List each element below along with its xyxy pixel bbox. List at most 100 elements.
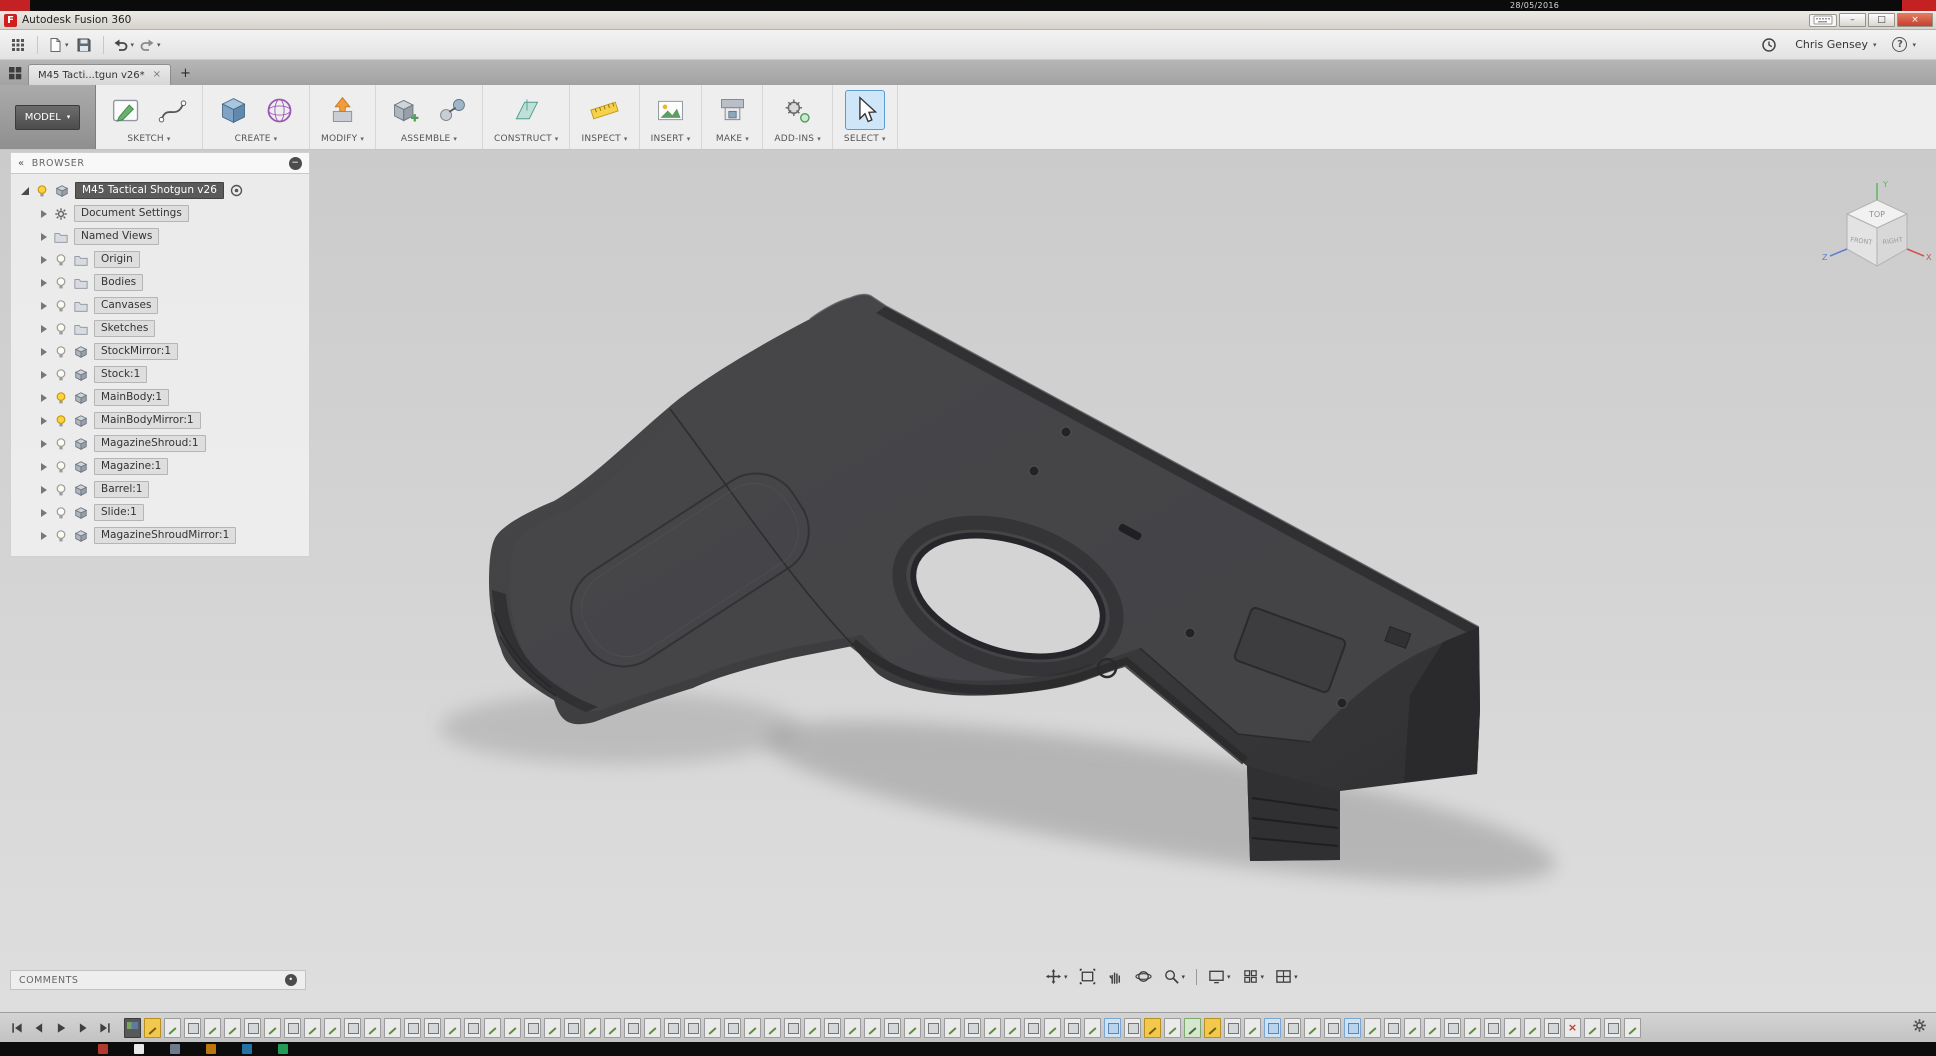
browser-item-slide-1[interactable]: Slide:1 — [11, 501, 309, 524]
ribbon-dropdown-construct[interactable]: CONSTRUCT▾ — [494, 131, 558, 147]
ribbon-dropdown-add-ins[interactable]: ADD-INS▾ — [774, 131, 820, 147]
visibility-bulb-icon[interactable] — [53, 505, 68, 520]
timeline-feature-e[interactable] — [684, 1018, 701, 1038]
item-label[interactable]: Magazine:1 — [94, 458, 168, 475]
taskbar-item[interactable] — [98, 1044, 108, 1054]
timeline-feature-e[interactable] — [824, 1018, 841, 1038]
activate-component-icon[interactable] — [229, 183, 244, 198]
keyboard-icon[interactable] — [1809, 14, 1837, 27]
browser-item-stockmirror-1[interactable]: StockMirror:1 — [11, 340, 309, 363]
timeline-feature-b[interactable] — [1104, 1018, 1121, 1038]
timeline-feature-s[interactable] — [944, 1018, 961, 1038]
expand-arrow-icon[interactable] — [41, 394, 47, 402]
timeline-feature-s[interactable] — [1464, 1018, 1481, 1038]
timeline-feature-s[interactable] — [164, 1018, 181, 1038]
pan-icon[interactable]: ▾ — [1045, 968, 1068, 985]
addins-icon[interactable] — [779, 91, 817, 129]
timeline-feature-s[interactable] — [1404, 1018, 1421, 1038]
close-button[interactable]: × — [1897, 13, 1933, 27]
timeline-feature-e[interactable] — [664, 1018, 681, 1038]
timeline-feature-s[interactable] — [1044, 1018, 1061, 1038]
comments-expand-icon[interactable]: • — [285, 974, 297, 986]
expand-arrow-icon[interactable] — [21, 187, 29, 195]
timeline-feature-s[interactable] — [264, 1018, 281, 1038]
visibility-bulb-icon[interactable] — [53, 367, 68, 382]
timeline-feature-e[interactable] — [1124, 1018, 1141, 1038]
ribbon-dropdown-make[interactable]: MAKE▾ — [716, 131, 749, 147]
timeline-feature-e[interactable] — [1604, 1018, 1621, 1038]
item-label[interactable]: StockMirror:1 — [94, 343, 178, 360]
form-icon[interactable] — [260, 91, 298, 129]
item-label[interactable]: Bodies — [94, 274, 143, 291]
timeline-settings-gear-icon[interactable] — [1906, 1018, 1936, 1037]
visibility-bulb-icon[interactable] — [53, 528, 68, 543]
timeline-feature-s[interactable] — [364, 1018, 381, 1038]
timeline-feature-s[interactable] — [904, 1018, 921, 1038]
timeline-feature-s[interactable] — [304, 1018, 321, 1038]
timeline-feature-s[interactable] — [764, 1018, 781, 1038]
visibility-bulb-icon[interactable] — [53, 459, 68, 474]
timeline-feature-img[interactable] — [124, 1018, 141, 1038]
taskbar-item[interactable] — [134, 1044, 144, 1054]
timeline-feature-s[interactable] — [584, 1018, 601, 1038]
viewports-icon[interactable]: ▾ — [1275, 968, 1298, 985]
item-label[interactable]: MagazineShroud:1 — [94, 435, 206, 452]
measure-icon[interactable] — [586, 91, 624, 129]
sketch-icon[interactable] — [107, 91, 145, 129]
ribbon-dropdown-select[interactable]: SELECT▾ — [844, 131, 886, 147]
expand-arrow-icon[interactable] — [41, 509, 47, 517]
timeline-feature-s[interactable] — [984, 1018, 1001, 1038]
display-icon[interactable]: ▾ — [1208, 968, 1231, 985]
plane-icon[interactable] — [507, 91, 545, 129]
save-icon[interactable] — [74, 34, 94, 56]
browser-collapse-icon[interactable]: « — [18, 158, 25, 169]
timeline-feature-s[interactable] — [1164, 1018, 1181, 1038]
timeline-feature-s[interactable] — [1364, 1018, 1381, 1038]
timeline-feature-s[interactable] — [604, 1018, 621, 1038]
timeline-feature-s[interactable] — [1304, 1018, 1321, 1038]
visibility-bulb-icon[interactable] — [53, 275, 68, 290]
hand-icon[interactable] — [1107, 968, 1124, 985]
timeline-feature-y[interactable] — [144, 1018, 161, 1038]
file-menu-icon[interactable]: ▾ — [47, 34, 69, 56]
root-item-label[interactable]: M45 Tactical Shotgun v26 — [75, 182, 224, 199]
ribbon-dropdown-sketch[interactable]: SKETCH▾ — [127, 131, 170, 147]
browser-item-magazineshroudmirror-1[interactable]: MagazineShroudMirror:1 — [11, 524, 309, 547]
fit-icon[interactable] — [1079, 968, 1096, 985]
joint-icon[interactable] — [433, 91, 471, 129]
browser-item-sketches[interactable]: Sketches — [11, 317, 309, 340]
insert-icon[interactable] — [652, 91, 690, 129]
presspull-icon[interactable] — [324, 91, 362, 129]
make-icon[interactable] — [713, 91, 751, 129]
timeline-feature-s[interactable] — [1524, 1018, 1541, 1038]
timeline-feature-e[interactable] — [884, 1018, 901, 1038]
timeline-feature-e[interactable] — [784, 1018, 801, 1038]
browser-item-mainbody-1[interactable]: MainBody:1 — [11, 386, 309, 409]
taskbar-item[interactable] — [278, 1044, 288, 1054]
ribbon-dropdown-insert[interactable]: INSERT▾ — [651, 131, 691, 147]
item-label[interactable]: Stock:1 — [94, 366, 147, 383]
timeline-feature-s[interactable] — [1424, 1018, 1441, 1038]
data-panel-grid-icon[interactable] — [8, 34, 28, 56]
expand-arrow-icon[interactable] — [41, 325, 47, 333]
timeline-feature-s[interactable] — [484, 1018, 501, 1038]
visibility-bulb-icon[interactable] — [53, 321, 68, 336]
browser-minimize-icon[interactable]: − — [289, 157, 302, 170]
new-tab-button[interactable]: + — [180, 67, 191, 80]
timeline-feature-s[interactable] — [1504, 1018, 1521, 1038]
browser-item-document-settings[interactable]: Document Settings — [11, 202, 309, 225]
ribbon-dropdown-modify[interactable]: MODIFY▾ — [321, 131, 364, 147]
step-forward-icon[interactable] — [76, 1021, 90, 1035]
taskbar-item[interactable] — [242, 1044, 252, 1054]
timeline-feature-s[interactable] — [844, 1018, 861, 1038]
timeline-feature-e[interactable] — [1324, 1018, 1341, 1038]
grid-icon[interactable]: ▾ — [1242, 968, 1265, 985]
timeline-feature-s[interactable] — [504, 1018, 521, 1038]
timeline-feature-e[interactable] — [724, 1018, 741, 1038]
item-label[interactable]: Document Settings — [74, 205, 189, 222]
visibility-bulb-icon[interactable] — [34, 183, 49, 198]
user-account-menu[interactable]: Chris Gensey ▾ — [1795, 38, 1876, 51]
timeline-feature-s[interactable] — [324, 1018, 341, 1038]
timeline-feature-s[interactable] — [1004, 1018, 1021, 1038]
taskbar-item[interactable] — [206, 1044, 216, 1054]
